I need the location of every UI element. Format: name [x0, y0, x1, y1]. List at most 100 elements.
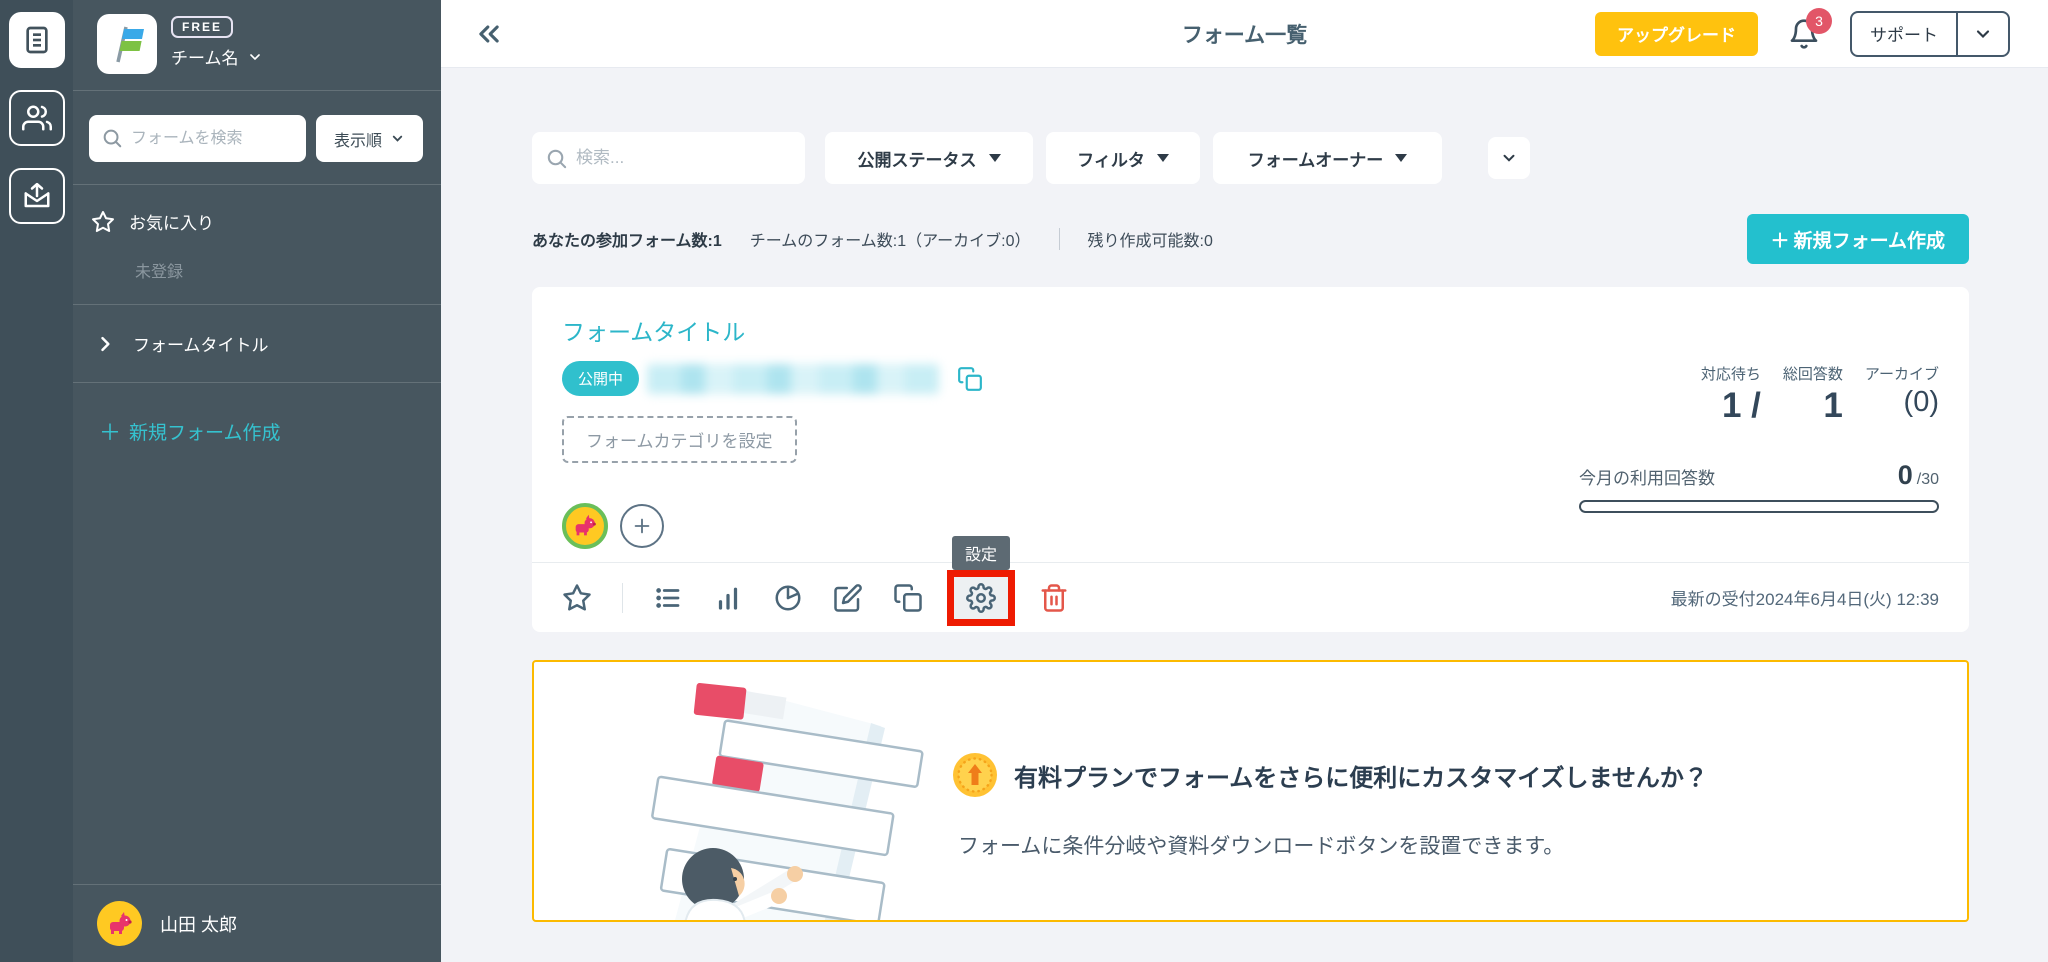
monthly-used-value: 0 — [1897, 460, 1913, 490]
waiting-label: 対応待ち — [1700, 366, 1761, 383]
waiting-value: 1 / — [1721, 386, 1761, 425]
search-icon — [545, 147, 568, 175]
bar-chart-icon[interactable] — [713, 583, 743, 613]
filter-row: 公開ステータス フィルタ フォームオーナー — [532, 132, 1969, 184]
form-title-link[interactable]: フォームタイトル — [562, 313, 1519, 347]
new-form-button-label: 新規フォーム作成 — [1793, 230, 1945, 252]
duplicate-icon[interactable] — [893, 583, 923, 613]
responses-list-icon[interactable] — [653, 583, 683, 613]
delete-trash-icon[interactable] — [1039, 583, 1069, 613]
settings-tooltip: 設定 — [951, 535, 1011, 570]
formrun-logo-icon[interactable] — [97, 14, 157, 74]
new-form-button[interactable]: ＋ 新規フォーム作成 — [1746, 214, 1969, 264]
monthly-limit-value: /30 — [1916, 471, 1939, 488]
current-user[interactable]: 山田 太郎 — [73, 884, 441, 962]
form-card: フォームタイトル 公開中 フォームカテゴリを設定 対応待ち 1 / 総回答数 1… — [532, 287, 1969, 632]
topbar: フォーム一覧 アップグレード 3 サポート — [441, 0, 2048, 68]
caret-down-icon — [1395, 154, 1408, 162]
stats-row: あなたの参加フォーム数:1 チームのフォーム数:1（アーカイブ:0） 残り作成可… — [532, 214, 1969, 264]
divider — [622, 582, 623, 613]
card-action-bar: 設定 最新の受付2024年6月4日(火) 12:39 — [532, 535, 1969, 632]
filter-dropdown[interactable]: フィルタ — [1046, 132, 1200, 184]
chevron-down-icon[interactable] — [1958, 13, 2008, 55]
monthly-usage-label: 今月の利用回答数 — [1579, 469, 1715, 488]
content-area: 公開ステータス フィルタ フォームオーナー あなたの参加フォーム数:1 チームの… — [441, 68, 2048, 962]
status-filter-dropdown[interactable]: 公開ステータス — [825, 132, 1033, 184]
members-icon[interactable] — [8, 90, 65, 146]
sidebar-new-form-button[interactable]: ＋ 新規フォーム作成 — [73, 383, 441, 459]
copy-url-icon[interactable] — [957, 366, 983, 392]
plus-icon: ＋ — [1770, 230, 1790, 252]
collapse-sidebar-icon[interactable] — [475, 20, 503, 48]
more-filters-button[interactable] — [1488, 137, 1530, 179]
search-icon — [101, 127, 123, 154]
caret-down-icon — [988, 154, 1001, 162]
sidebar: FREE チーム名 表示順 お気に入り 未登録 — [73, 0, 441, 962]
card-metrics: 対応待ち 1 / 総回答数 1 アーカイブ (0) — [1701, 363, 1939, 426]
banner-heading: 有料プランでフォームをさらに便利にカスタマイズしませんか？ — [1014, 764, 1708, 792]
chevron-down-icon — [1503, 154, 1515, 162]
usage-progress-bar — [1579, 500, 1939, 513]
team-count-label: チームのフォーム数:1（アーカイブ:0） — [749, 233, 1031, 250]
app-window: FREE チーム名 表示順 お気に入り 未登録 — [0, 0, 2048, 962]
add-member-button[interactable] — [620, 504, 664, 548]
coin-up-icon — [953, 753, 997, 797]
owner-filter-dropdown[interactable]: フォームオーナー — [1213, 132, 1442, 184]
settings-highlight-box: 設定 — [947, 535, 1015, 626]
star-icon — [92, 210, 114, 232]
member-avatar[interactable] — [562, 503, 608, 549]
forms-search-input[interactable] — [532, 132, 805, 184]
remaining-count-label: 残り作成可能数:0 — [1087, 233, 1213, 250]
forms-icon[interactable] — [8, 12, 65, 68]
sidebar-search-row: 表示順 — [73, 91, 441, 185]
team-name-label: チーム名 — [171, 49, 239, 68]
user-name-label: 山田 太郎 — [160, 914, 238, 935]
settings-gear-icon[interactable] — [966, 582, 996, 613]
icon-rail — [0, 0, 73, 962]
team-switcher[interactable]: チーム名 — [171, 44, 263, 69]
status-filter-label: 公開ステータス — [857, 150, 977, 170]
support-button[interactable]: サポート — [1850, 10, 2010, 57]
divider — [1058, 228, 1060, 250]
team-header: FREE チーム名 — [73, 0, 441, 91]
chevron-down-icon — [249, 53, 260, 60]
archive-value: (0) — [1903, 386, 1939, 418]
notifications-bell-icon[interactable]: 3 — [1788, 7, 1832, 50]
chevron-down-icon — [392, 135, 403, 142]
sidebar-form-label: フォームタイトル — [133, 336, 269, 355]
sidebar-item-form-title[interactable]: フォームタイトル — [73, 305, 441, 383]
archive-label: アーカイブ — [1864, 366, 1939, 383]
favorite-star-icon[interactable] — [562, 583, 592, 613]
total-answers-value: 1 — [1823, 386, 1843, 425]
support-label: サポート — [1852, 12, 1958, 55]
user-avatar — [97, 901, 142, 946]
plan-badge: FREE — [171, 16, 234, 38]
upgrade-illustration — [651, 683, 924, 920]
caret-down-icon — [1156, 154, 1169, 162]
monthly-usage: 今月の利用回答数 0 /30 — [1579, 460, 1939, 513]
favorites-empty-label: 未登録 — [73, 240, 441, 305]
edit-icon[interactable] — [833, 583, 863, 613]
status-badge: 公開中 — [562, 361, 640, 396]
form-url-blurred[interactable] — [647, 363, 940, 394]
inbox-export-icon[interactable] — [8, 168, 65, 224]
plus-icon: ＋ — [99, 420, 122, 445]
participating-count-label: あなたの参加フォーム数:1 — [532, 233, 722, 250]
sort-order-button[interactable]: 表示順 — [316, 115, 423, 162]
notification-count-badge: 3 — [1806, 7, 1832, 34]
set-category-button[interactable]: フォームカテゴリを設定 — [562, 416, 797, 463]
chevron-right-icon — [101, 336, 110, 351]
upgrade-banner[interactable]: 有料プランでフォームをさらに便利にカスタマイズしませんか？ フォームに条件分岐や… — [532, 660, 1969, 922]
upgrade-button[interactable]: アップグレード — [1595, 11, 1758, 56]
favorites-label: お気に入り — [129, 214, 214, 233]
latest-response-label: 最新の受付2024年6月4日(火) 12:39 — [1670, 590, 1939, 609]
total-answers-label: 総回答数 — [1782, 366, 1843, 383]
pie-chart-icon[interactable] — [773, 583, 803, 613]
plus-icon — [634, 518, 650, 534]
filter-label: フィルタ — [1077, 150, 1145, 170]
owner-filter-label: フォームオーナー — [1247, 150, 1384, 170]
sidebar-item-favorites[interactable]: お気に入り — [73, 185, 441, 240]
page-title: フォーム一覧 — [1181, 23, 1308, 47]
sidebar-new-form-label: 新規フォーム作成 — [129, 422, 281, 444]
sort-order-label: 表示順 — [333, 132, 382, 150]
